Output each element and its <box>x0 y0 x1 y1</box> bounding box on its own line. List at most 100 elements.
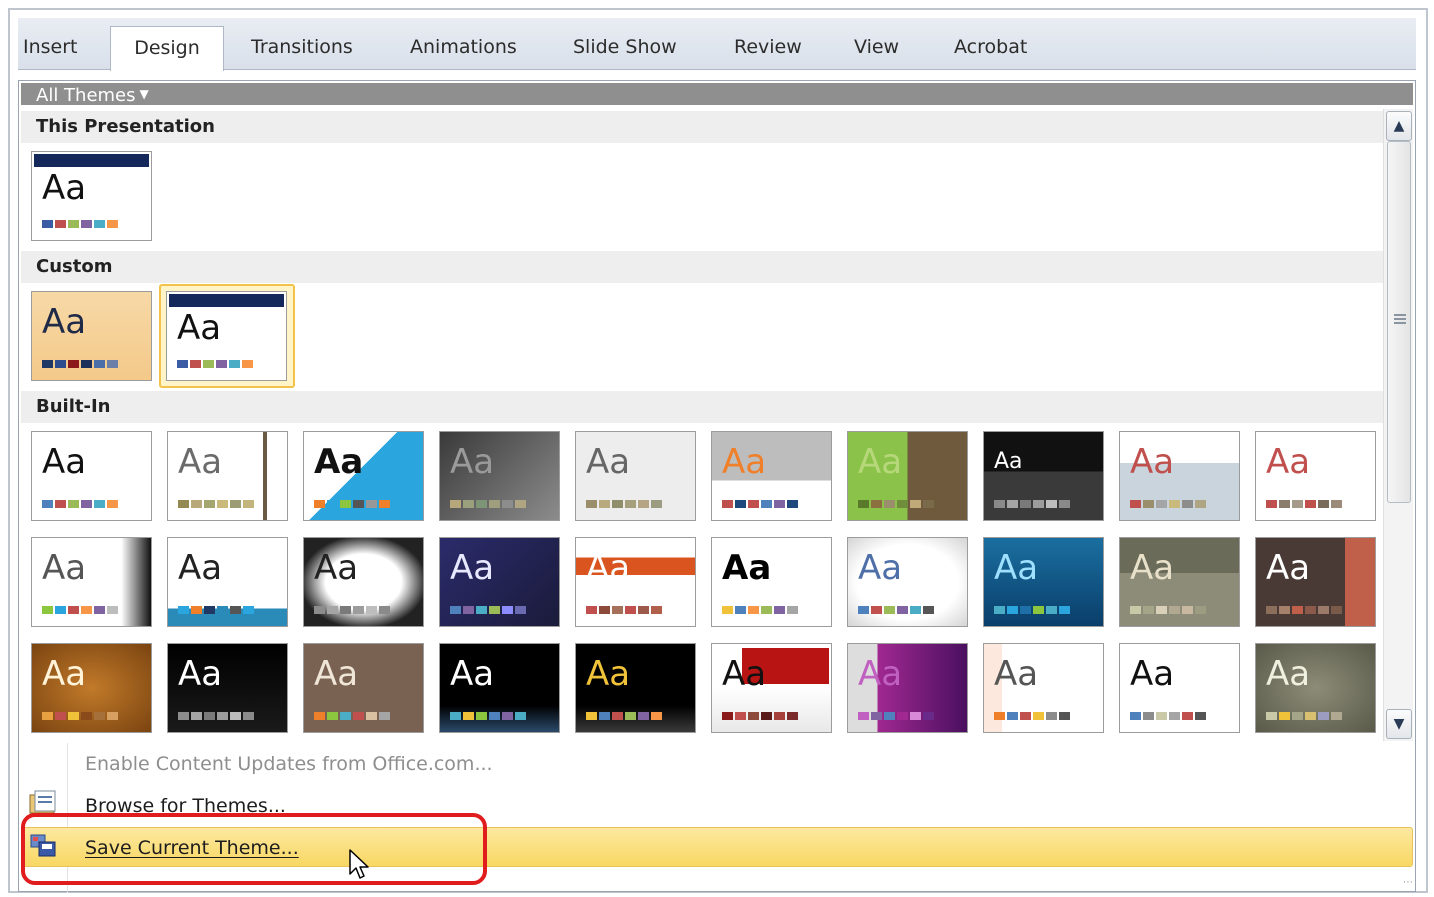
theme-color-swatches <box>1130 606 1206 614</box>
theme-current-presentation[interactable]: Aa <box>31 151 152 241</box>
theme-color-swatches <box>178 500 254 508</box>
tab-design[interactable]: Design <box>110 26 224 71</box>
theme-color-swatches <box>1130 500 1206 508</box>
theme-sample-text: Aa <box>586 442 631 482</box>
theme-color-swatches <box>42 360 118 368</box>
theme-builtin-4[interactable]: Aa <box>439 431 560 521</box>
mouse-pointer-icon <box>349 849 369 879</box>
theme-builtin-17[interactable]: Aa <box>847 537 968 627</box>
theme-header-strip <box>169 294 284 307</box>
theme-builtin-19[interactable]: Aa <box>1119 537 1240 627</box>
theme-sample-text: Aa <box>42 548 87 588</box>
theme-sample-text: Aa <box>722 548 772 588</box>
theme-color-swatches <box>586 606 662 614</box>
theme-builtin-5[interactable]: Aa <box>575 431 696 521</box>
theme-color-swatches <box>178 712 254 720</box>
theme-builtin-9[interactable]: Aa <box>1119 431 1240 521</box>
theme-custom-1[interactable]: Aa <box>31 291 152 381</box>
theme-color-swatches <box>722 606 798 614</box>
themes-gallery: All Themes ▼ This Presentation Aa Custom … <box>18 80 1416 893</box>
theme-color-swatches <box>994 500 1070 508</box>
theme-color-swatches <box>450 712 526 720</box>
theme-builtin-18[interactable]: Aa <box>983 537 1104 627</box>
scroll-thumb[interactable] <box>1387 141 1411 503</box>
theme-builtin-21[interactable]: Aa <box>31 643 152 733</box>
theme-color-swatches <box>178 606 254 614</box>
theme-builtin-6[interactable]: Aa <box>711 431 832 521</box>
theme-color-swatches <box>994 606 1070 614</box>
theme-color-swatches <box>314 606 390 614</box>
ribbon-tab-bar: Insert Design Transitions Animations Sli… <box>18 18 1416 71</box>
theme-builtin-16[interactable]: Aa <box>711 537 832 627</box>
folder-icon <box>29 790 56 814</box>
theme-color-swatches <box>586 500 662 508</box>
theme-sample-text: Aa <box>42 168 87 208</box>
theme-sample-text: Aa <box>314 442 364 482</box>
theme-color-swatches <box>722 712 798 720</box>
all-themes-dropdown[interactable]: All Themes ▼ <box>21 83 1413 106</box>
theme-builtin-10[interactable]: Aa <box>1255 431 1376 521</box>
theme-sample-text: Aa <box>1266 548 1311 588</box>
theme-sample-text: Aa <box>450 654 495 694</box>
tab-slide-show[interactable]: Slide Show <box>573 36 677 70</box>
theme-color-swatches <box>1130 712 1206 720</box>
theme-builtin-2[interactable]: Aa <box>167 431 288 521</box>
theme-builtin-14[interactable]: Aa <box>439 537 560 627</box>
theme-color-swatches <box>994 712 1070 720</box>
theme-custom-2[interactable]: Aa <box>166 291 287 381</box>
dropdown-arrow-icon: ▼ <box>139 87 149 101</box>
theme-builtin-15[interactable]: Aa <box>575 537 696 627</box>
theme-color-swatches <box>42 712 118 720</box>
theme-sample-text: Aa <box>586 654 631 694</box>
theme-builtin-25[interactable]: Aa <box>575 643 696 733</box>
theme-color-swatches <box>314 500 390 508</box>
tab-acrobat[interactable]: Acrobat <box>954 36 1027 70</box>
theme-sample-text: Aa <box>994 449 1023 474</box>
tab-insert[interactable]: Insert <box>23 36 78 70</box>
theme-sample-text: Aa <box>1130 654 1175 694</box>
section-title-built-in: Built-In <box>21 391 1383 423</box>
theme-builtin-30[interactable]: Aa <box>1255 643 1376 733</box>
theme-color-swatches <box>722 500 798 508</box>
annotation-highlight-box <box>21 813 487 885</box>
resize-grip-icon[interactable]: ⋯ <box>1403 877 1413 888</box>
scroll-down-arrow-icon[interactable]: ▼ <box>1386 709 1412 739</box>
theme-builtin-12[interactable]: Aa <box>167 537 288 627</box>
tab-transitions[interactable]: Transitions <box>251 36 353 70</box>
theme-sample-text: Aa <box>994 548 1039 588</box>
theme-builtin-24[interactable]: Aa <box>439 643 560 733</box>
theme-header-strip <box>34 154 149 167</box>
theme-builtin-8[interactable]: Aa <box>983 431 1104 521</box>
theme-color-swatches <box>42 220 118 228</box>
tab-view[interactable]: View <box>854 36 899 70</box>
theme-builtin-29[interactable]: Aa <box>1119 643 1240 733</box>
theme-builtin-13[interactable]: Aa <box>303 537 424 627</box>
theme-sample-text: Aa <box>42 654 87 694</box>
theme-builtin-28[interactable]: Aa <box>983 643 1104 733</box>
theme-color-swatches <box>314 712 390 720</box>
theme-sample-text: Aa <box>178 548 223 588</box>
theme-builtin-7[interactable]: Aa <box>847 431 968 521</box>
theme-builtin-23[interactable]: Aa <box>303 643 424 733</box>
theme-sample-text: Aa <box>1130 442 1175 482</box>
theme-builtin-3[interactable]: Aa <box>303 431 424 521</box>
theme-builtin-26[interactable]: Aa <box>711 643 832 733</box>
theme-builtin-11[interactable]: Aa <box>31 537 152 627</box>
tab-animations[interactable]: Animations <box>410 36 517 70</box>
theme-color-swatches <box>450 606 526 614</box>
section-title-this-presentation: This Presentation <box>21 111 1383 143</box>
theme-builtin-20[interactable]: Aa <box>1255 537 1376 627</box>
theme-color-swatches <box>42 500 118 508</box>
theme-builtin-22[interactable]: Aa <box>167 643 288 733</box>
theme-sample-text: Aa <box>42 442 87 482</box>
tab-review[interactable]: Review <box>734 36 802 70</box>
all-themes-label: All Themes <box>36 85 136 106</box>
gallery-scrollbar[interactable]: ▲ ▼ <box>1383 109 1413 741</box>
theme-color-swatches <box>858 500 934 508</box>
theme-color-swatches <box>858 712 934 720</box>
theme-sample-text: Aa <box>42 302 87 342</box>
theme-sample-text: Aa <box>722 654 767 694</box>
theme-builtin-27[interactable]: Aa <box>847 643 968 733</box>
scroll-up-arrow-icon[interactable]: ▲ <box>1386 111 1412 141</box>
theme-builtin-office[interactable]: Aa <box>31 431 152 521</box>
